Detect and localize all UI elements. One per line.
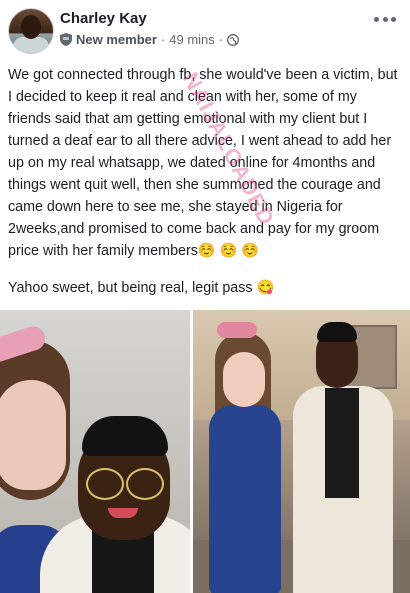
meta-separator: · [160,32,166,47]
post-meta: New member · 49 mins · [60,32,240,47]
member-badge: New member [76,32,157,47]
black-shirt [325,388,359,498]
ellipsis-dot [391,16,396,22]
photo-grid [0,310,410,593]
pink-hair-bow [217,322,257,338]
blue-dress [209,405,281,593]
selfie-photo[interactable] [0,310,190,593]
avatar-face [21,15,41,39]
glasses-lens-left [86,468,124,500]
globe-icon [227,33,240,46]
facebook-post: Charley Kay New member · 49 mins · We go… [0,0,410,593]
more-options-button[interactable] [374,12,396,26]
post-header: Charley Kay New member · 49 mins · [0,0,410,60]
avatar-shirt [13,37,49,53]
ellipsis-icon [374,16,379,22]
man-hair [82,416,168,456]
woman-face [223,352,265,407]
glasses-lens-right [126,468,164,500]
post-paragraph-1: We got connected through fb, she would'v… [8,67,398,259]
man-hair [317,322,357,342]
standing-photo[interactable] [193,310,410,593]
post-body: We got connected through fb, she would'v… [8,64,403,299]
post-paragraph-2: Yahoo sweet, but being real, legit pass … [8,280,275,296]
woman-face [0,380,66,490]
author-name[interactable]: Charley Kay [60,10,147,27]
post-time[interactable]: 49 mins [169,32,215,47]
author-avatar[interactable] [8,8,54,54]
ellipsis-dot [382,16,388,22]
shield-badge-icon [60,33,72,46]
meta-separator-2: · [218,32,224,47]
